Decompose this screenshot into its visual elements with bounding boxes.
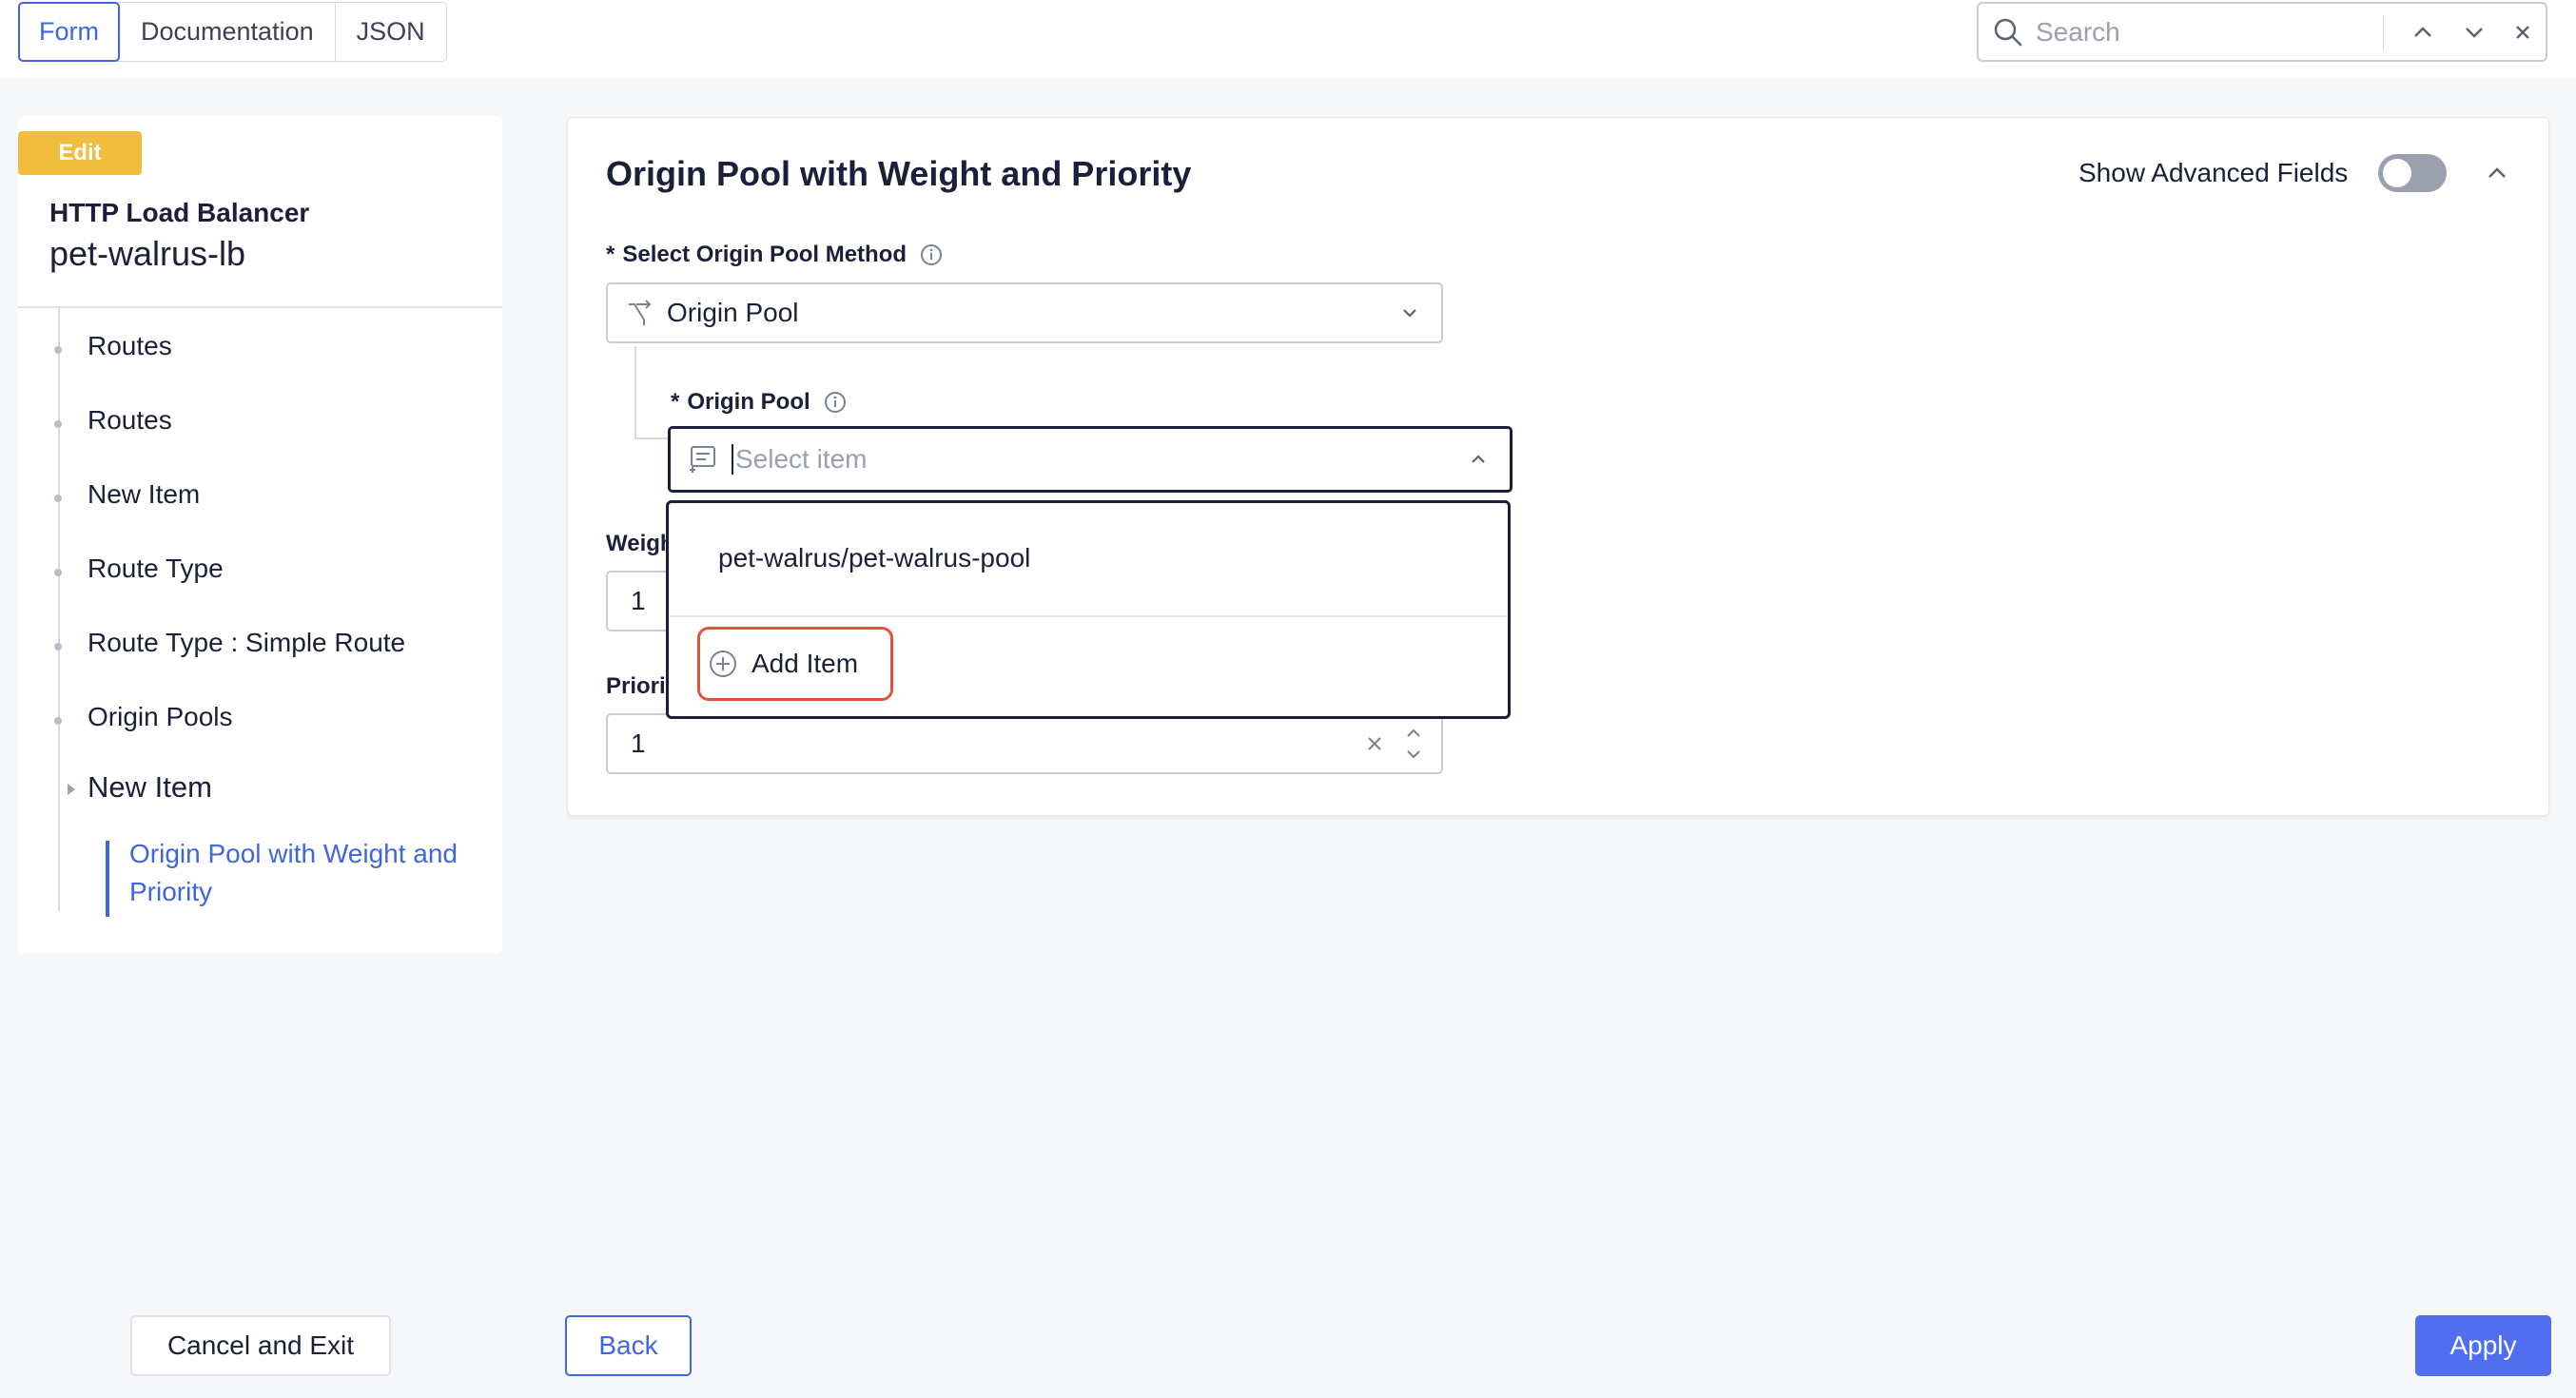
tree-item-simple-route[interactable]: Route Type : Simple Route: [88, 628, 405, 658]
dropdown-divider: [669, 615, 1508, 617]
priority-input[interactable]: 1: [606, 713, 1443, 774]
origin-pool-dropdown: pet-walrus/pet-walrus-pool Add Item: [666, 500, 1511, 719]
tree-item-routes-2[interactable]: Routes: [88, 405, 172, 436]
tree-item-new-item[interactable]: New Item: [88, 479, 200, 510]
chevron-down-icon: [1399, 302, 1420, 323]
tab-json[interactable]: JSON: [336, 3, 446, 61]
back-button[interactable]: Back: [565, 1315, 692, 1376]
chevron-down-icon[interactable]: [2449, 20, 2500, 45]
tree-dot: [54, 495, 62, 502]
method-value: Origin Pool: [667, 298, 799, 327]
tree-item-origin-pools[interactable]: Origin Pools: [88, 702, 233, 732]
object-type: HTTP Load Balancer: [49, 198, 310, 227]
chevron-up-icon: [1468, 449, 1489, 470]
tree-connector: [634, 346, 636, 437]
tab-documentation[interactable]: Documentation: [120, 3, 336, 61]
search-divider: [2383, 14, 2384, 49]
search-icon: [1992, 16, 2024, 49]
apply-button[interactable]: Apply: [2415, 1315, 2551, 1376]
sidebar-divider: [18, 306, 502, 308]
caret-right-icon: [66, 782, 77, 802]
page-title: Origin Pool with Weight and Priority: [606, 154, 1192, 193]
search-input[interactable]: Search: [2036, 17, 2383, 48]
info-icon[interactable]: [920, 243, 943, 266]
tree-item-new-item-current[interactable]: New Item: [88, 770, 212, 805]
close-icon[interactable]: [2500, 22, 2546, 43]
origin-pool-label: * Origin Pool: [671, 389, 847, 416]
method-label-text: Select Origin Pool Method: [622, 242, 907, 267]
origin-pool-select[interactable]: Select item: [668, 426, 1512, 493]
origin-pool-label-text: Origin Pool: [687, 389, 810, 415]
stepper-icon[interactable]: [1405, 725, 1422, 763]
method-label: * Select Origin Pool Method: [606, 242, 943, 268]
tree-dot: [54, 643, 62, 650]
add-item-label: Add Item: [751, 649, 859, 678]
advanced-fields-label: Show Advanced Fields: [2078, 158, 2349, 187]
origin-pool-input[interactable]: Select item: [732, 444, 1468, 475]
required-mark: *: [606, 242, 615, 267]
tree-item-route-type[interactable]: Route Type: [88, 553, 224, 584]
add-item-button[interactable]: Add Item: [697, 627, 893, 701]
plus-circle-icon: [708, 649, 738, 679]
cancel-and-exit-button[interactable]: Cancel and Exit: [130, 1315, 391, 1376]
required-mark: *: [671, 389, 680, 415]
view-tabs: Form Documentation JSON: [18, 2, 447, 62]
tree-dot: [54, 717, 62, 725]
edit-badge: Edit: [18, 131, 142, 175]
advanced-fields-toggle[interactable]: [2378, 154, 2447, 192]
tree-dot: [54, 346, 62, 354]
tree-dot: [54, 569, 62, 576]
clear-icon[interactable]: [1365, 734, 1384, 753]
tree-item-routes[interactable]: Routes: [88, 331, 172, 361]
selection-indicator: [106, 841, 109, 917]
chevron-up-icon[interactable]: [2397, 20, 2449, 45]
toggle-knob: [2383, 159, 2411, 187]
priority-value: 1: [631, 728, 646, 758]
tree-connector: [634, 437, 669, 439]
list-item-icon: [686, 443, 718, 476]
sidebar: Edit HTTP Load Balancer pet-walrus-lb Ro…: [18, 116, 502, 953]
route-split-icon: [625, 299, 654, 327]
origin-pool-method-select[interactable]: Origin Pool: [606, 282, 1443, 343]
tree-dot: [54, 420, 62, 428]
search-box[interactable]: Search: [1977, 2, 2547, 62]
tree-line: [58, 306, 60, 911]
collapse-chevron-up-icon[interactable]: [2478, 154, 2516, 192]
info-icon[interactable]: [824, 391, 847, 414]
dropdown-option[interactable]: pet-walrus/pet-walrus-pool: [718, 543, 1030, 573]
tree-item-selected[interactable]: Origin Pool with Weight and Priority: [129, 835, 462, 911]
object-name: pet-walrus-lb: [49, 234, 246, 273]
tab-form[interactable]: Form: [18, 2, 120, 62]
